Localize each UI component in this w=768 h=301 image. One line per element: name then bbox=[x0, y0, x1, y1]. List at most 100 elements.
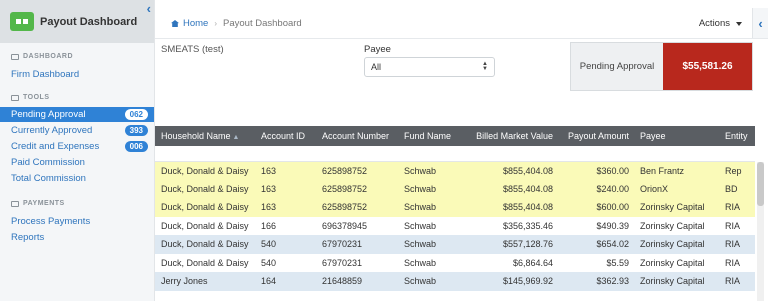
cell-account-id: 540 bbox=[261, 257, 277, 268]
cell-account-number: 21648859 bbox=[322, 276, 363, 287]
cell-fund: Schwab bbox=[404, 165, 437, 176]
cell-payee: Zorinsky Capital bbox=[640, 220, 705, 231]
payments-section-icon bbox=[11, 200, 19, 207]
section-dashboard: DASHBOARD bbox=[0, 53, 154, 60]
column-header-account-id[interactable]: Account ID bbox=[255, 126, 316, 146]
summary-value: $55,581.26 bbox=[663, 43, 752, 90]
table-row[interactable]: Duck, Donald & Daisy 166 696378945 Schwa… bbox=[155, 216, 755, 235]
actions-label: Actions bbox=[698, 18, 730, 29]
column-header-household[interactable]: Household Name ▲ bbox=[155, 126, 255, 146]
sidebar: Payout Dashboard ‹ DASHBOARD Firm Dashbo… bbox=[0, 0, 155, 301]
cell-payee: Ben Frantz bbox=[640, 165, 685, 176]
app-header: Payout Dashboard ‹ bbox=[0, 0, 154, 43]
cell-account-id: 166 bbox=[261, 220, 277, 231]
breadcrumb: Home › Payout Dashboard bbox=[155, 18, 302, 29]
sidebar-item-currently-approved[interactable]: Currently Approved 393 bbox=[0, 122, 154, 138]
cell-payee: OrionX bbox=[640, 183, 669, 194]
table-row[interactable]: Duck, Donald & Daisy 163 625898752 Schwa… bbox=[155, 161, 755, 180]
cell-account-id: 163 bbox=[261, 165, 277, 176]
scrollbar-thumb[interactable] bbox=[757, 162, 764, 206]
breadcrumb-current: Payout Dashboard bbox=[223, 18, 302, 29]
sidebar-item-process-payments[interactable]: Process Payments bbox=[0, 213, 154, 229]
cell-payout: $654.02 bbox=[596, 239, 629, 250]
cell-entity: RIA bbox=[725, 239, 741, 250]
table-row[interactable]: Duck, Donald & Daisy 540 67970231 Schwab… bbox=[155, 253, 755, 272]
cell-fund: Schwab bbox=[404, 183, 437, 194]
pending-approval-summary: Pending Approval $55,581.26 bbox=[570, 42, 753, 91]
sidebar-item-paid-commission[interactable]: Paid Commission bbox=[0, 154, 154, 170]
cell-account-number: 67970231 bbox=[322, 257, 363, 268]
cell-account-id: 164 bbox=[261, 276, 277, 287]
sidebar-item-label: Credit and Expenses bbox=[11, 140, 100, 152]
cell-billed: $855,404.08 bbox=[502, 183, 553, 194]
cell-payout: $362.93 bbox=[596, 276, 629, 287]
dashboard-section-icon bbox=[11, 53, 19, 60]
currently-approved-badge: 393 bbox=[124, 124, 148, 136]
client-name: SMEATS (test) bbox=[161, 44, 224, 55]
column-header-account-number[interactable]: Account Number bbox=[316, 126, 398, 146]
chevron-left-icon[interactable]: ‹ bbox=[752, 8, 768, 38]
sidebar-item-label: Reports bbox=[11, 231, 45, 243]
sidebar-item-pending-approval[interactable]: Pending Approval 062 bbox=[0, 107, 154, 122]
select-arrows-icon: ▲ ▼ bbox=[482, 61, 488, 72]
cell-fund: Schwab bbox=[404, 239, 437, 250]
home-icon bbox=[171, 20, 179, 27]
cell-household: Duck, Donald & Daisy bbox=[161, 239, 249, 250]
sidebar-item-credit-and-expenses[interactable]: Credit and Expenses 006 bbox=[0, 138, 154, 154]
payout-table: Household Name ▲ Account ID Account Numbe… bbox=[155, 126, 755, 291]
page: Payout Dashboard ‹ DASHBOARD Firm Dashbo… bbox=[0, 0, 768, 301]
sidebar-item-label: Currently Approved bbox=[11, 124, 93, 136]
cell-payee: Zorinsky Capital bbox=[640, 257, 705, 268]
payee-select[interactable]: All ▲ ▼ bbox=[364, 57, 495, 77]
section-tools: TOOLS bbox=[0, 94, 154, 101]
cell-fund: Schwab bbox=[404, 257, 437, 268]
table-row[interactable]: Jerry Jones 164 21648859 Schwab $145,969… bbox=[155, 272, 755, 291]
actions-dropdown[interactable]: Actions bbox=[699, 18, 742, 29]
tools-section-icon bbox=[11, 94, 19, 101]
sort-ascending-icon: ▲ bbox=[232, 134, 240, 141]
sidebar-item-reports[interactable]: Reports bbox=[0, 229, 154, 245]
sidebar-item-label: Total Commission bbox=[11, 172, 86, 184]
cell-entity: RIA bbox=[725, 276, 741, 287]
breadcrumb-home-label: Home bbox=[183, 18, 209, 29]
breadcrumb-home[interactable]: Home bbox=[171, 18, 208, 29]
cell-account-id: 163 bbox=[261, 183, 277, 194]
cell-billed: $855,404.08 bbox=[502, 165, 553, 176]
cell-billed: $557,128.76 bbox=[502, 239, 553, 250]
cell-household: Duck, Donald & Daisy bbox=[161, 202, 249, 213]
cell-billed: $356,335.46 bbox=[502, 220, 553, 231]
section-payments-label: PAYMENTS bbox=[23, 200, 65, 207]
column-header-billed-market-value[interactable]: Billed Market Value bbox=[461, 126, 558, 146]
cell-payee: Zorinsky Capital bbox=[640, 276, 705, 287]
cell-household: Jerry Jones bbox=[161, 276, 208, 287]
cell-entity: Rep bbox=[725, 165, 742, 176]
payee-select-value: All bbox=[371, 62, 382, 72]
cell-payout: $490.39 bbox=[596, 220, 629, 231]
column-header-fund-name[interactable]: Fund Name bbox=[398, 126, 461, 146]
sidebar-item-firm-dashboard[interactable]: Firm Dashboard bbox=[0, 66, 154, 82]
cell-payout: $360.00 bbox=[596, 165, 629, 176]
caret-down-icon bbox=[736, 21, 742, 26]
sidebar-item-total-commission[interactable]: Total Commission bbox=[0, 170, 154, 186]
column-header-entity[interactable]: Entity bbox=[719, 126, 755, 146]
table-filter-row[interactable] bbox=[155, 146, 755, 161]
cell-entity: BD bbox=[725, 183, 738, 194]
column-header-payee[interactable]: Payee bbox=[634, 126, 719, 146]
cell-account-number: 625898752 bbox=[322, 165, 368, 176]
table-row[interactable]: Duck, Donald & Daisy 163 625898752 Schwa… bbox=[155, 179, 755, 198]
table-row[interactable]: Duck, Donald & Daisy 163 625898752 Schwa… bbox=[155, 198, 755, 217]
column-header-payout-amount[interactable]: Payout Amount bbox=[558, 126, 634, 146]
table-row[interactable]: Duck, Donald & Daisy 540 67970231 Schwab… bbox=[155, 235, 755, 254]
chevron-left-icon[interactable]: ‹ bbox=[147, 1, 151, 16]
cell-household: Duck, Donald & Daisy bbox=[161, 183, 249, 194]
cell-fund: Schwab bbox=[404, 202, 437, 213]
cell-payee: Zorinsky Capital bbox=[640, 202, 705, 213]
cell-entity: RIA bbox=[725, 220, 741, 231]
credit-expenses-badge: 006 bbox=[124, 140, 148, 152]
cell-payout: $600.00 bbox=[596, 202, 629, 213]
cell-fund: Schwab bbox=[404, 276, 437, 287]
cell-account-id: 163 bbox=[261, 202, 277, 213]
cell-billed: $145,969.92 bbox=[502, 276, 553, 287]
table-scrollbar[interactable] bbox=[757, 162, 764, 301]
summary-label: Pending Approval bbox=[579, 61, 655, 72]
